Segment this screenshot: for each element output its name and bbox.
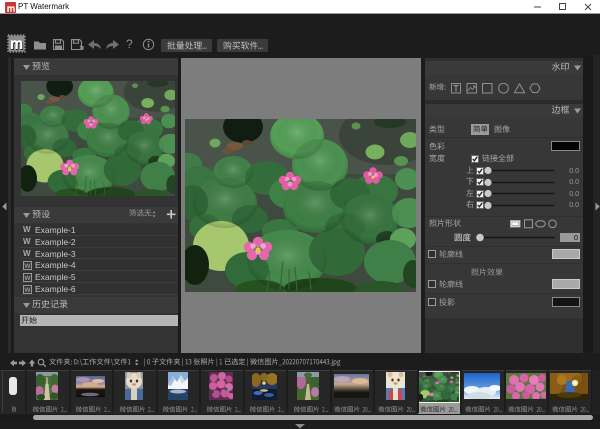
- svg-text:W: W: [24, 275, 31, 282]
- svg-text:W: W: [24, 287, 31, 294]
- svg-text:W: W: [24, 263, 31, 270]
